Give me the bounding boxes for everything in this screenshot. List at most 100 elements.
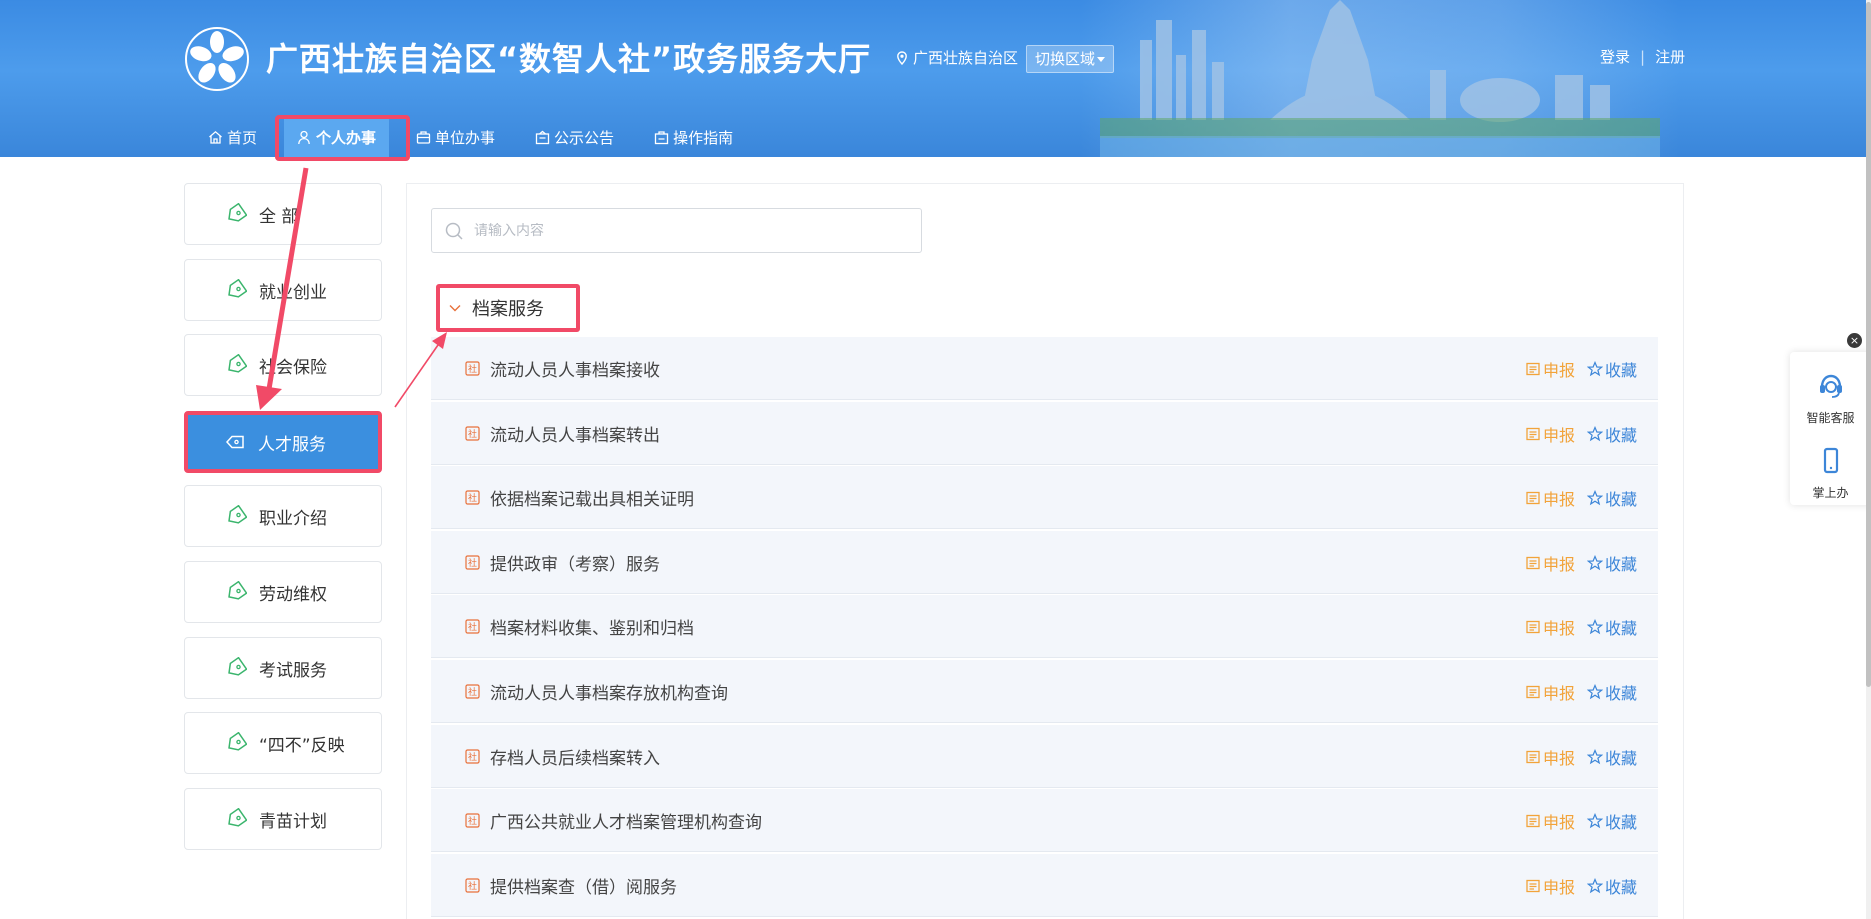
favorite-label: 收藏 bbox=[1604, 748, 1637, 768]
service-actions: 申报 收藏 bbox=[1525, 337, 1637, 400]
service-row[interactable]: 社 广西公共就业人才档案管理机构查询 申报 收藏 bbox=[431, 789, 1658, 852]
service-name: 存档人员后续档案转入 bbox=[490, 748, 660, 769]
location-pin-icon bbox=[897, 51, 907, 65]
auth-divider: | bbox=[1640, 48, 1646, 66]
service-row[interactable]: 社 依据档案记载出具相关证明 申报 收藏 bbox=[431, 466, 1658, 529]
apply-button[interactable]: 申报 bbox=[1525, 874, 1575, 898]
nav-home[interactable]: 首页 bbox=[195, 118, 270, 157]
service-actions: 申报 收藏 bbox=[1525, 466, 1637, 529]
section-archive-services[interactable]: 档案服务 bbox=[436, 284, 580, 332]
register-link[interactable]: 注册 bbox=[1655, 48, 1685, 66]
float-service-panel: 智能客服 掌上办 bbox=[1790, 352, 1871, 505]
nav-notices[interactable]: 公示公告 bbox=[522, 118, 627, 157]
search-icon bbox=[445, 222, 463, 240]
favorite-button[interactable]: 收藏 bbox=[1586, 680, 1637, 704]
nav-employer[interactable]: 单位办事 bbox=[403, 118, 508, 157]
service-name: 广西公共就业人才档案管理机构查询 bbox=[490, 812, 762, 833]
smart-service-button[interactable]: 智能客服 bbox=[1790, 371, 1871, 426]
nav-guide-label: 操作指南 bbox=[673, 129, 734, 147]
service-actions: 申报 收藏 bbox=[1525, 789, 1637, 852]
apply-button[interactable]: 申报 bbox=[1525, 745, 1575, 769]
apply-button[interactable]: 申报 bbox=[1525, 551, 1575, 575]
sidebar-item-exam-services[interactable]: 考试服务 bbox=[184, 637, 382, 699]
favorite-button[interactable]: 收藏 bbox=[1586, 422, 1637, 446]
site-header: 广西壮族自治区“数智人社”政务服务大厅 广西壮族自治区 切换区域 登录 | 注册 首… bbox=[0, 0, 1871, 157]
favorite-label: 收藏 bbox=[1604, 877, 1637, 897]
service-row[interactable]: 社 流动人员人事档案接收 申报 收藏 bbox=[431, 337, 1658, 400]
service-row[interactable]: 社 流动人员人事档案存放机构查询 申报 收藏 bbox=[431, 660, 1658, 723]
sidebar-item-label: 人才服务 bbox=[258, 434, 326, 455]
she-badge-icon: 社 bbox=[465, 425, 480, 441]
star-icon bbox=[1586, 812, 1603, 828]
sidebar-item-talent-services[interactable]: 人才服务 bbox=[184, 411, 382, 473]
apply-button[interactable]: 申报 bbox=[1525, 486, 1575, 510]
service-actions: 申报 收藏 bbox=[1525, 725, 1637, 788]
form-icon bbox=[1526, 685, 1540, 698]
service-actions: 申报 收藏 bbox=[1525, 531, 1637, 594]
sidebar-item-social-insurance[interactable]: 社会保险 bbox=[184, 334, 382, 396]
briefcase-icon bbox=[416, 131, 431, 144]
sidebar-item-employment[interactable]: 就业创业 bbox=[184, 259, 382, 321]
favorite-button[interactable]: 收藏 bbox=[1586, 615, 1637, 639]
sidebar-item-label: 职业介绍 bbox=[259, 508, 327, 529]
auth-links: 登录 | 注册 bbox=[1600, 46, 1685, 67]
search-box[interactable] bbox=[431, 208, 922, 253]
favorite-button[interactable]: 收藏 bbox=[1586, 486, 1637, 510]
tag-icon bbox=[228, 279, 247, 298]
star-icon bbox=[1586, 748, 1603, 764]
nav-guide[interactable]: 操作指南 bbox=[641, 118, 746, 157]
nav-personal[interactable]: 个人办事 bbox=[284, 118, 390, 157]
apply-button[interactable]: 申报 bbox=[1525, 680, 1575, 704]
page: 广西壮族自治区“数智人社”政务服务大厅 广西壮族自治区 切换区域 登录 | 注册 首… bbox=[0, 0, 1871, 919]
service-row[interactable]: 社 流动人员人事档案转出 申报 收藏 bbox=[431, 402, 1658, 465]
nav-home-label: 首页 bbox=[227, 129, 258, 147]
search-input[interactable] bbox=[474, 222, 894, 239]
apply-button[interactable]: 申报 bbox=[1525, 357, 1575, 381]
main-nav: 首页 个人办事 单位办事 公示公告 操作指南 bbox=[195, 118, 760, 157]
sidebar-item-label: 青苗计划 bbox=[259, 811, 327, 832]
svg-text:社: 社 bbox=[468, 363, 477, 375]
close-float-button[interactable]: × bbox=[1847, 333, 1862, 348]
service-row[interactable]: 社 存档人员后续档案转入 申报 收藏 bbox=[431, 725, 1658, 788]
she-badge-icon: 社 bbox=[465, 812, 480, 828]
sidebar-item-all[interactable]: 全 部 bbox=[184, 183, 382, 245]
service-name: 流动人员人事档案接收 bbox=[490, 360, 660, 381]
apply-button[interactable]: 申报 bbox=[1525, 615, 1575, 639]
person-icon bbox=[298, 130, 310, 145]
apply-button[interactable]: 申报 bbox=[1525, 809, 1575, 833]
sidebar-item-job-referral[interactable]: 职业介绍 bbox=[184, 485, 382, 547]
she-badge-icon: 社 bbox=[465, 877, 480, 893]
service-row[interactable]: 社 档案材料收集、鉴别和归档 申报 收藏 bbox=[431, 595, 1658, 658]
tag-icon bbox=[228, 354, 247, 373]
favorite-label: 收藏 bbox=[1604, 425, 1637, 445]
login-link[interactable]: 登录 bbox=[1600, 48, 1630, 66]
service-name: 流动人员人事档案转出 bbox=[490, 425, 660, 446]
svg-text:社: 社 bbox=[468, 492, 477, 504]
page-scrollbar-thumb[interactable] bbox=[1866, 2, 1871, 687]
favorite-button[interactable]: 收藏 bbox=[1586, 357, 1637, 381]
nav-employer-label: 单位办事 bbox=[435, 129, 496, 147]
she-badge-icon: 社 bbox=[465, 360, 480, 376]
sidebar-item-four-nots[interactable]: “四不”反映 bbox=[184, 712, 382, 774]
star-icon bbox=[1586, 360, 1603, 376]
form-icon bbox=[1526, 427, 1540, 440]
switch-region-button[interactable]: 切换区域 bbox=[1026, 45, 1115, 73]
service-row[interactable]: 社 提供政审（考察）服务 申报 收藏 bbox=[431, 531, 1658, 594]
service-row[interactable]: 社 提供档案查（借）阅服务 申报 收藏 bbox=[431, 854, 1658, 917]
favorite-button[interactable]: 收藏 bbox=[1586, 551, 1637, 575]
apply-button[interactable]: 申报 bbox=[1525, 422, 1575, 446]
mobile-service-button[interactable]: 掌上办 bbox=[1790, 446, 1871, 501]
favorite-button[interactable]: 收藏 bbox=[1586, 809, 1637, 833]
favorite-label: 收藏 bbox=[1604, 683, 1637, 703]
star-icon bbox=[1586, 683, 1603, 699]
site-title: 广西壮族自治区“数智人社”政务服务大厅 bbox=[266, 40, 872, 78]
favorite-button[interactable]: 收藏 bbox=[1586, 874, 1637, 898]
service-name: 档案材料收集、鉴别和归档 bbox=[490, 618, 694, 639]
tag-icon bbox=[228, 808, 247, 827]
svg-text:社: 社 bbox=[468, 815, 477, 827]
sidebar-item-seedling-plan[interactable]: 青苗计划 bbox=[184, 788, 382, 850]
favorite-label: 收藏 bbox=[1604, 360, 1637, 380]
favorite-button[interactable]: 收藏 bbox=[1586, 745, 1637, 769]
sidebar-item-labor-rights[interactable]: 劳动维权 bbox=[184, 561, 382, 623]
apply-label: 申报 bbox=[1542, 489, 1575, 509]
